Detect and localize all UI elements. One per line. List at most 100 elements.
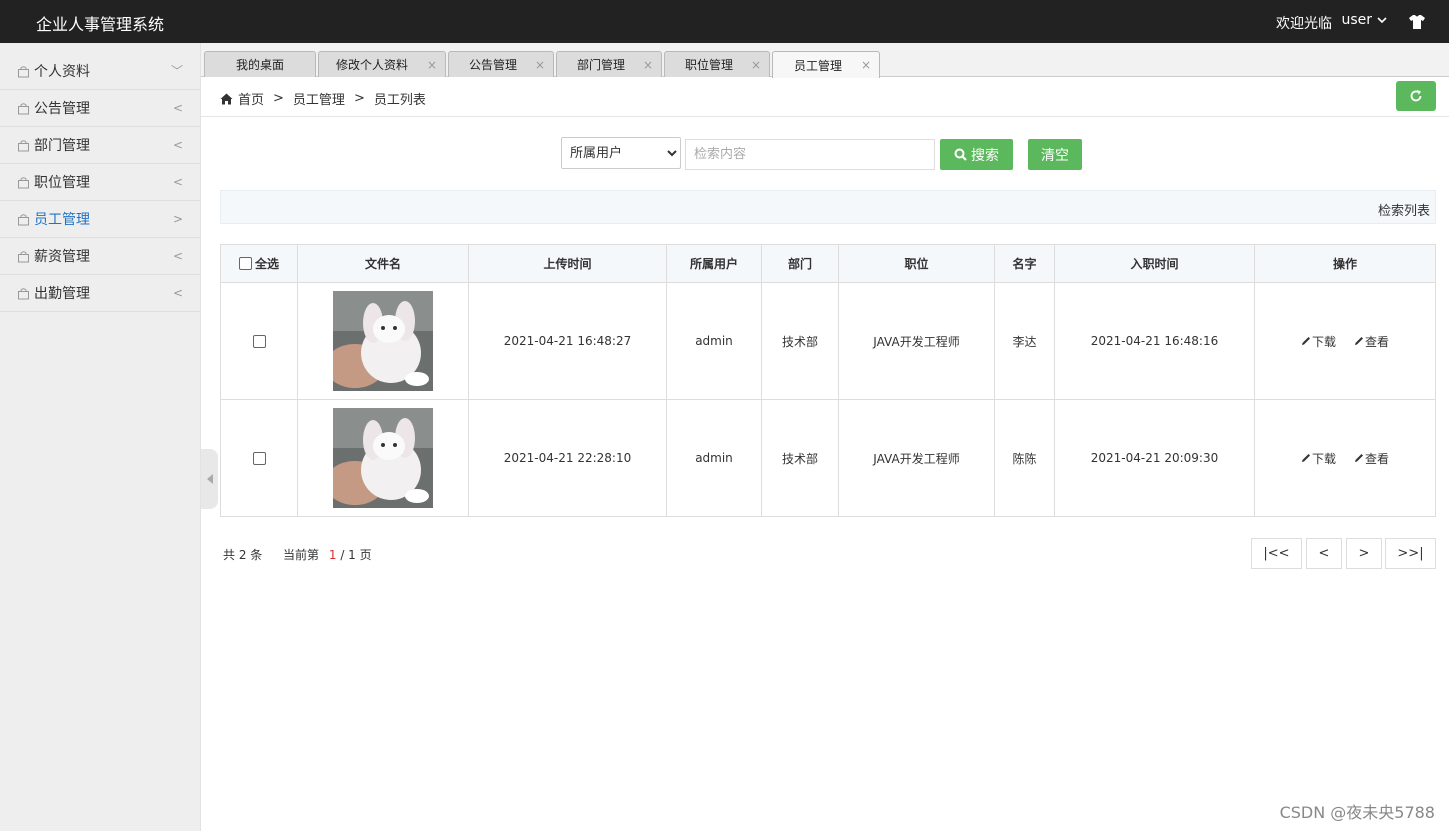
rabbit-thumbnail[interactable] (333, 291, 433, 391)
cell-dept: 技术部 (761, 282, 839, 400)
chevron-down-icon (1377, 17, 1387, 24)
rabbit-thumbnail[interactable] (333, 408, 433, 508)
tab-label: 修改个人资料 (335, 58, 408, 72)
select-all-checkbox[interactable] (238, 256, 252, 270)
sidebar-item-profile[interactable]: 个人资料 ﹀ (0, 43, 200, 90)
sidebar-item-label: 部门管理 (34, 138, 90, 154)
tab-position[interactable]: 职位管理 × (664, 51, 770, 77)
row-checkbox[interactable] (252, 452, 266, 465)
app-title: 企业人事管理系统 (36, 15, 165, 34)
tab-bar: 我的桌面 修改个人资料 × 公告管理 × 部门管理 × 职位管理 × 员工管理 … (201, 43, 1449, 78)
view-link[interactable]: 查看 (1354, 450, 1389, 467)
home-icon (220, 93, 233, 104)
tab-edit-profile[interactable]: 修改个人资料 × (318, 51, 446, 77)
close-icon[interactable]: × (751, 58, 761, 72)
tab-desktop[interactable]: 我的桌面 (204, 51, 316, 77)
sidebar-item-employee[interactable]: 员工管理 > (0, 201, 200, 238)
total-count: 共 2 条 (223, 548, 263, 562)
th-user: 所属用户 (666, 244, 762, 283)
user-menu[interactable]: user (1341, 12, 1387, 28)
bag-icon (18, 65, 29, 77)
sidebar-item-label: 职位管理 (34, 175, 90, 191)
chevron-left-icon: < (172, 249, 183, 263)
cell-name: 李达 (994, 282, 1055, 400)
sidebar-item-label: 个人资料 (34, 64, 90, 80)
close-icon[interactable]: × (861, 58, 871, 72)
th-actions: 操作 (1254, 244, 1436, 283)
sidebar-collapse-handle[interactable] (201, 449, 218, 509)
tab-label: 员工管理 (793, 58, 842, 73)
cell-name: 陈陈 (994, 399, 1055, 517)
search-button[interactable]: 搜索 (940, 139, 1013, 170)
table-row: 2021-04-21 16:48:27 admin 技术部 JAVA开发工程师 … (220, 282, 1436, 400)
sidebar-item-notice[interactable]: 公告管理 < (0, 90, 200, 127)
th-upload-time: 上传时间 (468, 244, 667, 283)
breadcrumb-bar: 首页 > 员工管理 > 员工列表 (201, 77, 1449, 117)
sidebar-item-label: 公告管理 (34, 101, 90, 117)
pencil-icon (1301, 454, 1310, 462)
chevron-left-icon: < (172, 175, 183, 189)
chevron-right-icon: > (172, 212, 183, 226)
current-page: 1 (328, 548, 337, 562)
cell-user: admin (666, 282, 762, 400)
bag-icon (18, 139, 29, 151)
tshirt-icon[interactable] (1407, 12, 1427, 32)
total-pages: / 1 页 (340, 548, 372, 562)
bag-icon (18, 250, 29, 262)
search-icon (954, 148, 967, 161)
search-button-label: 搜索 (971, 147, 999, 164)
cell-checkbox (220, 399, 298, 517)
first-page-button[interactable]: |<< (1251, 538, 1302, 569)
th-filename: 文件名 (297, 244, 469, 283)
refresh-button[interactable] (1396, 81, 1436, 111)
bag-icon (18, 287, 29, 299)
tab-employee[interactable]: 员工管理 × (772, 51, 880, 78)
sidebar-item-attendance[interactable]: 出勤管理 < (0, 275, 200, 312)
close-icon[interactable]: × (535, 58, 545, 72)
row-checkbox[interactable] (252, 335, 266, 348)
sidebar-item-position[interactable]: 职位管理 < (0, 164, 200, 201)
welcome-text: 欢迎光临 (1276, 16, 1332, 32)
refresh-icon (1410, 90, 1422, 102)
search-input[interactable] (685, 139, 935, 170)
bag-icon (18, 213, 29, 225)
breadcrumb: 首页 > 员工管理 > 员工列表 (220, 89, 426, 108)
cell-file (297, 282, 469, 400)
list-title: 检索列表 (1377, 204, 1430, 219)
cell-position: JAVA开发工程师 (838, 399, 995, 517)
breadcrumb-home[interactable]: 首页 (238, 89, 264, 108)
prev-page-button[interactable]: < (1306, 538, 1342, 569)
page-info: 当前第 1 / 1 页 (283, 546, 372, 563)
th-dept: 部门 (761, 244, 839, 283)
close-icon[interactable]: × (427, 58, 437, 72)
cell-position: JAVA开发工程师 (838, 282, 995, 400)
chevron-left-icon: < (172, 101, 183, 115)
cell-upload-time: 2021-04-21 16:48:27 (468, 282, 667, 400)
view-label: 查看 (1365, 451, 1390, 466)
sidebar-item-department[interactable]: 部门管理 < (0, 127, 200, 164)
top-header: 企业人事管理系统 欢迎光临 user (0, 0, 1449, 43)
tab-label: 公告管理 (468, 58, 517, 72)
search-field-select[interactable]: 所属用户 (561, 137, 681, 169)
download-link[interactable]: 下载 (1301, 333, 1336, 350)
breadcrumb-separator: > (273, 91, 284, 106)
table-header-row: 全选 文件名 上传时间 所属用户 部门 职位 名字 入职时间 操作 (220, 244, 1436, 283)
close-icon[interactable]: × (643, 58, 653, 72)
cell-upload-time: 2021-04-21 22:28:10 (468, 399, 667, 517)
tab-department[interactable]: 部门管理 × (556, 51, 662, 77)
cell-hire-time: 2021-04-21 16:48:16 (1054, 282, 1255, 400)
next-page-button[interactable]: > (1346, 538, 1382, 569)
clear-button-label: 清空 (1041, 147, 1069, 164)
breadcrumb-level1[interactable]: 员工管理 (293, 89, 345, 108)
tab-label: 我的桌面 (235, 58, 284, 72)
cell-checkbox (220, 282, 298, 400)
clear-button[interactable]: 清空 (1028, 139, 1082, 170)
cell-actions: 下载 查看 (1254, 282, 1436, 400)
tab-label: 职位管理 (684, 58, 733, 72)
view-link[interactable]: 查看 (1354, 333, 1389, 350)
cell-dept: 技术部 (761, 399, 839, 517)
download-link[interactable]: 下载 (1301, 450, 1336, 467)
tab-notice[interactable]: 公告管理 × (448, 51, 554, 77)
sidebar-item-salary[interactable]: 薪资管理 < (0, 238, 200, 275)
last-page-button[interactable]: >>| (1385, 538, 1436, 569)
